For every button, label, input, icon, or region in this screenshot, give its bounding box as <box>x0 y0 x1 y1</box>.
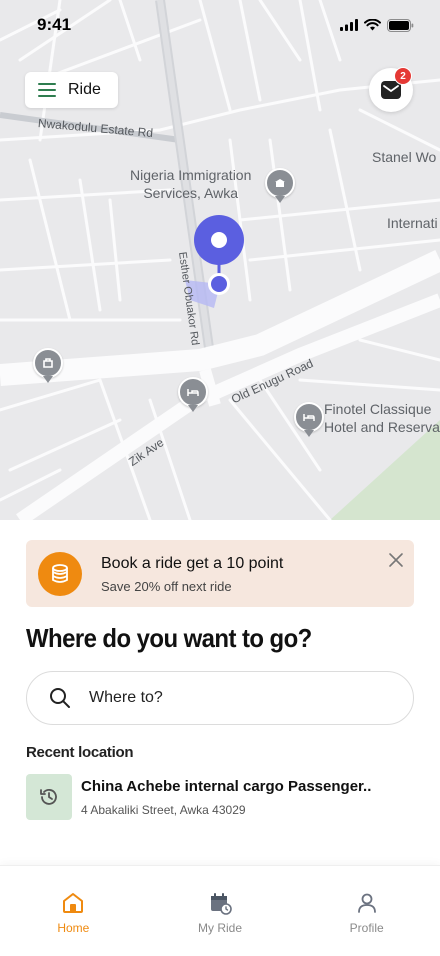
hotel-poi-icon[interactable] <box>178 377 208 412</box>
screen: Nwakodulu Estate Rd Nigeria Immigration … <box>0 0 440 956</box>
close-icon[interactable] <box>388 552 404 568</box>
recent-location-heading: Recent location <box>26 744 134 761</box>
promo-banner[interactable]: Book a ride get a 10 point Save 20% off … <box>26 540 414 607</box>
history-icon <box>26 774 72 820</box>
signal-icon <box>340 19 358 31</box>
promo-title: Book a ride get a 10 point <box>101 555 284 572</box>
calendar-clock-icon <box>211 893 232 915</box>
nav-my-ride[interactable]: My Ride <box>147 866 294 956</box>
nav-profile[interactable]: Profile <box>293 866 440 956</box>
destination-search-bar[interactable] <box>26 671 414 725</box>
recent-location-item[interactable]: China Achebe internal cargo Passenger.. … <box>26 773 414 821</box>
page-title: Where do you want to go? <box>26 623 312 653</box>
store-poi-icon[interactable] <box>33 348 63 383</box>
notification-badge: 2 <box>394 67 412 85</box>
poi-label-immigration: Nigeria Immigration Services, Awka <box>130 167 252 201</box>
bottom-navigation: Home My Ride Profile <box>0 865 440 956</box>
poi-label-finotel: Finotel Classique Hotel and Reserva <box>324 401 440 435</box>
bottom-sheet: Book a ride get a 10 point Save 20% off … <box>0 520 440 865</box>
hotel-poi-icon[interactable] <box>294 402 324 437</box>
recent-location-address: 4 Abakaliki Street, Awka 43029 <box>81 803 246 817</box>
poi-label-stanel: Stanel Wo <box>372 149 437 165</box>
inbox-button[interactable]: 2 <box>369 67 413 112</box>
coins-icon <box>38 552 82 596</box>
nav-my-ride-label: My Ride <box>198 921 243 935</box>
nav-profile-label: Profile <box>349 921 384 935</box>
poi-label-internat: Internati <box>387 215 438 231</box>
recent-location-name: China Achebe internal cargo Passenger.. <box>81 778 372 795</box>
status-time: 9:41 <box>37 15 72 34</box>
hamburger-menu-icon <box>38 83 56 97</box>
promo-subtitle: Save 20% off next ride <box>101 579 232 594</box>
destination-search-input[interactable] <box>87 688 381 708</box>
user-icon <box>357 893 376 913</box>
wifi-icon <box>364 19 381 31</box>
home-icon <box>63 893 84 913</box>
ride-label: Ride <box>68 81 101 98</box>
nav-home[interactable]: Home <box>0 866 147 956</box>
status-icons <box>340 18 414 32</box>
nav-home-label: Home <box>57 921 90 935</box>
status-bar: 9:41 <box>0 0 440 50</box>
government-poi-icon[interactable] <box>265 168 295 203</box>
ride-menu-button[interactable]: Ride <box>25 72 118 108</box>
battery-icon <box>387 18 414 32</box>
search-icon <box>50 688 70 708</box>
